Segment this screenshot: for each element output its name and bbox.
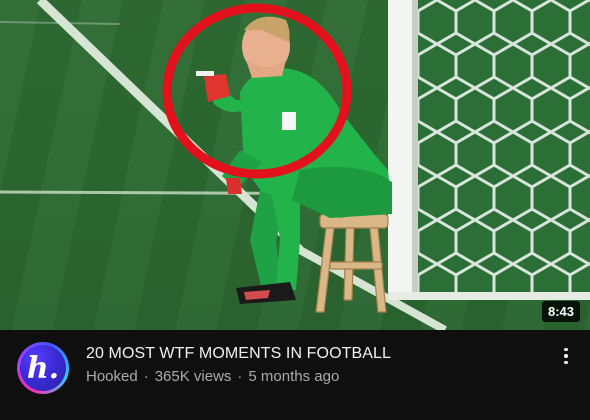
channel-avatar[interactable]: h. [17,342,69,394]
separator-dot: · [143,368,149,385]
wooden-stool [315,213,389,313]
goalkeeper [196,16,392,304]
separator-dot: · [237,368,243,385]
more-vert-icon[interactable] [556,344,576,368]
view-count: 365K views [154,368,232,385]
video-metadata: Hooked · 365K views · 5 months ago [86,367,526,387]
video-thumbnail[interactable]: 8:43 [0,0,590,330]
video-meta-row: h. 20 MOST WTF MOMENTS IN FOOTBALL Hooke… [0,330,590,420]
channel-logo: h. [20,345,66,391]
thumbnail-scene [0,0,590,330]
channel-name[interactable]: Hooked [86,368,138,385]
video-card[interactable]: 8:43 h. 20 MOST WTF MOMENTS IN FOOTBALL … [0,0,590,420]
publish-date: 5 months ago [248,368,340,385]
duration-badge: 8:43 [541,301,580,322]
video-title[interactable]: 20 MOST WTF MOMENTS IN FOOTBALL [86,344,526,364]
